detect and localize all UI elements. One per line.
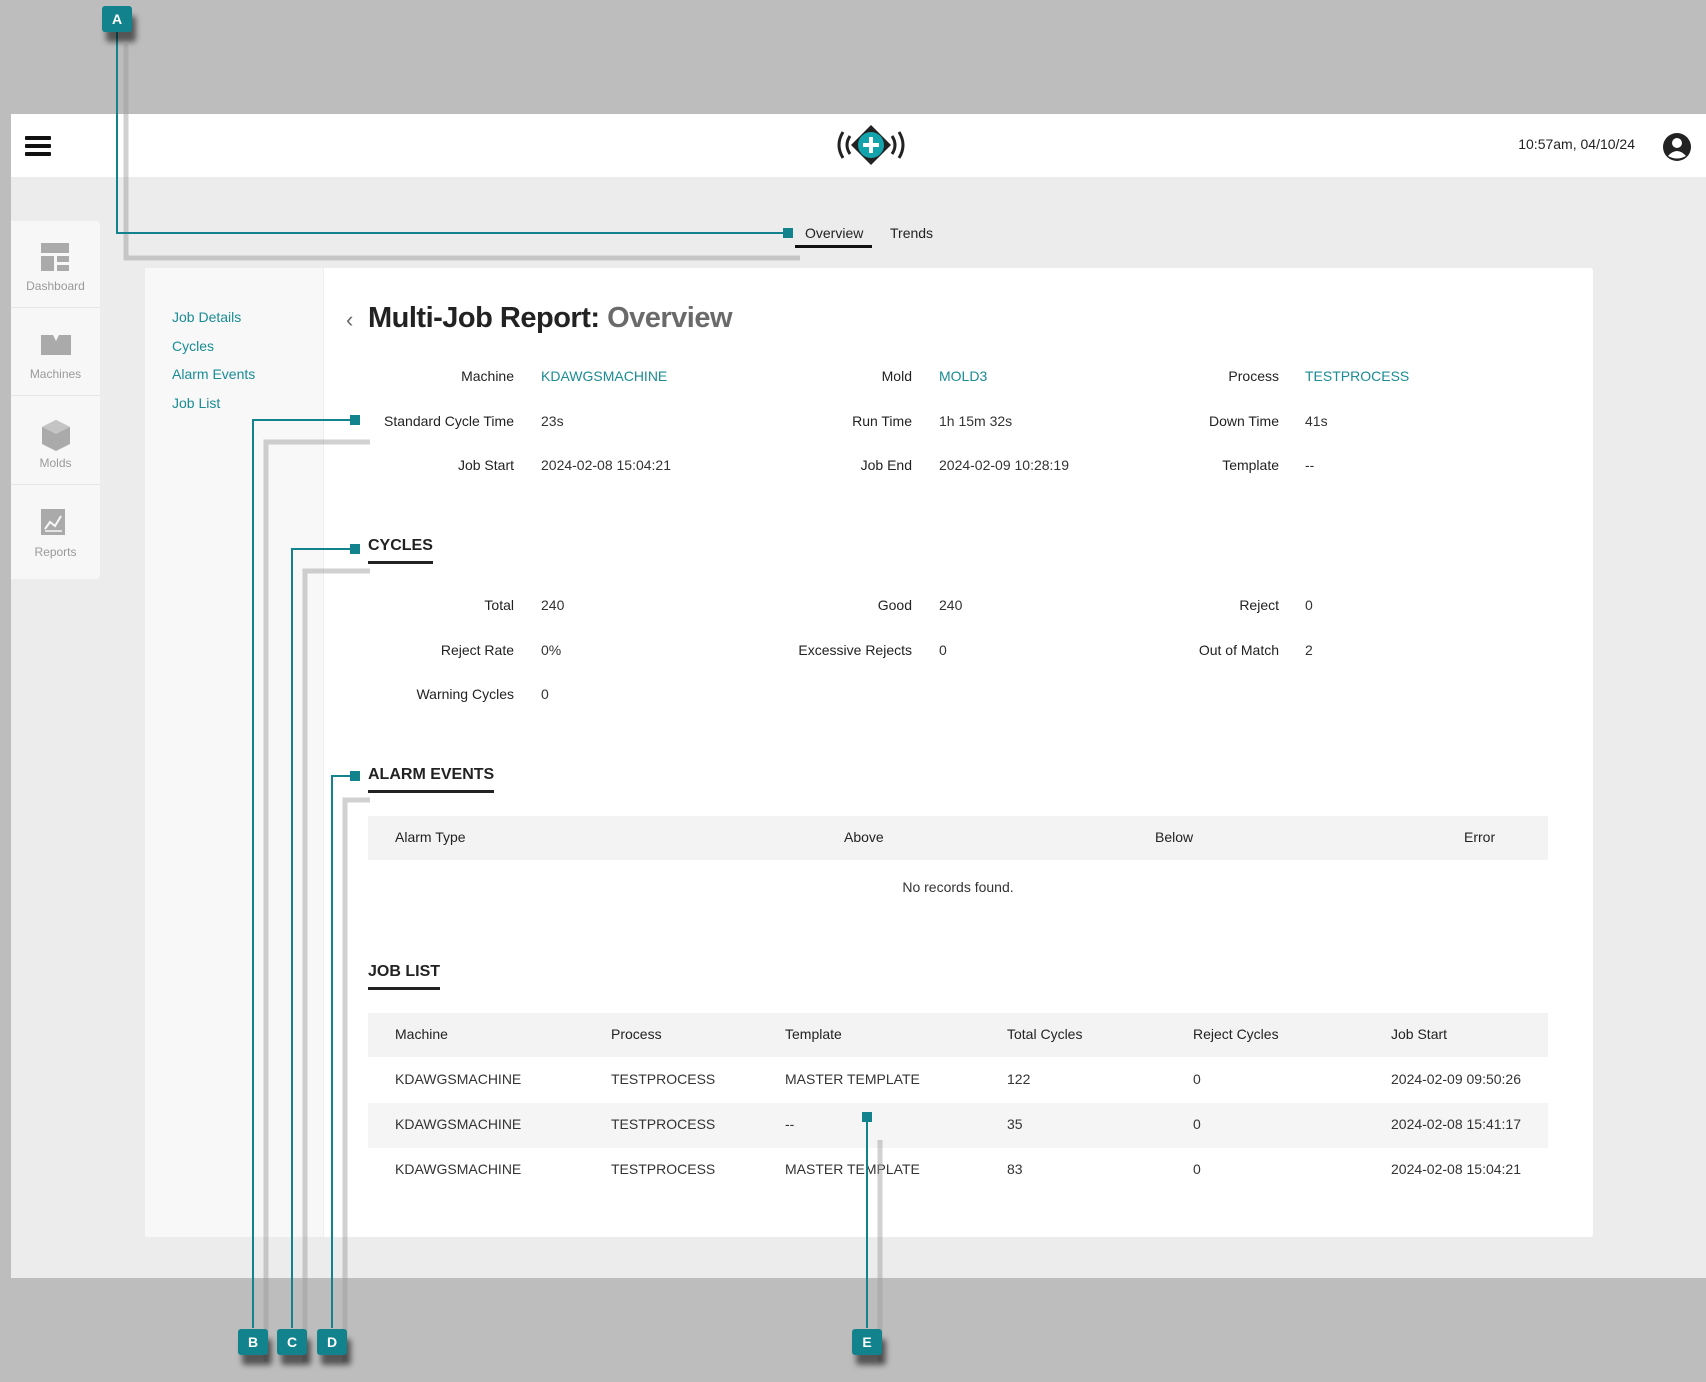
callout-leader-lines xyxy=(116,32,883,1362)
callout-anchor-dot xyxy=(862,1112,872,1122)
callout-badge-e: E xyxy=(852,1329,882,1355)
callout-badge-a: A xyxy=(102,6,132,32)
callout-anchor-dot xyxy=(350,771,360,781)
callout-badge-c: C xyxy=(277,1329,307,1355)
callout-badge-b: B xyxy=(238,1329,268,1355)
callout-badge-d: D xyxy=(317,1329,347,1355)
callout-anchor-dot xyxy=(350,544,360,554)
callout-anchor-dot xyxy=(350,415,360,425)
callout-anchor-dot xyxy=(783,228,793,238)
